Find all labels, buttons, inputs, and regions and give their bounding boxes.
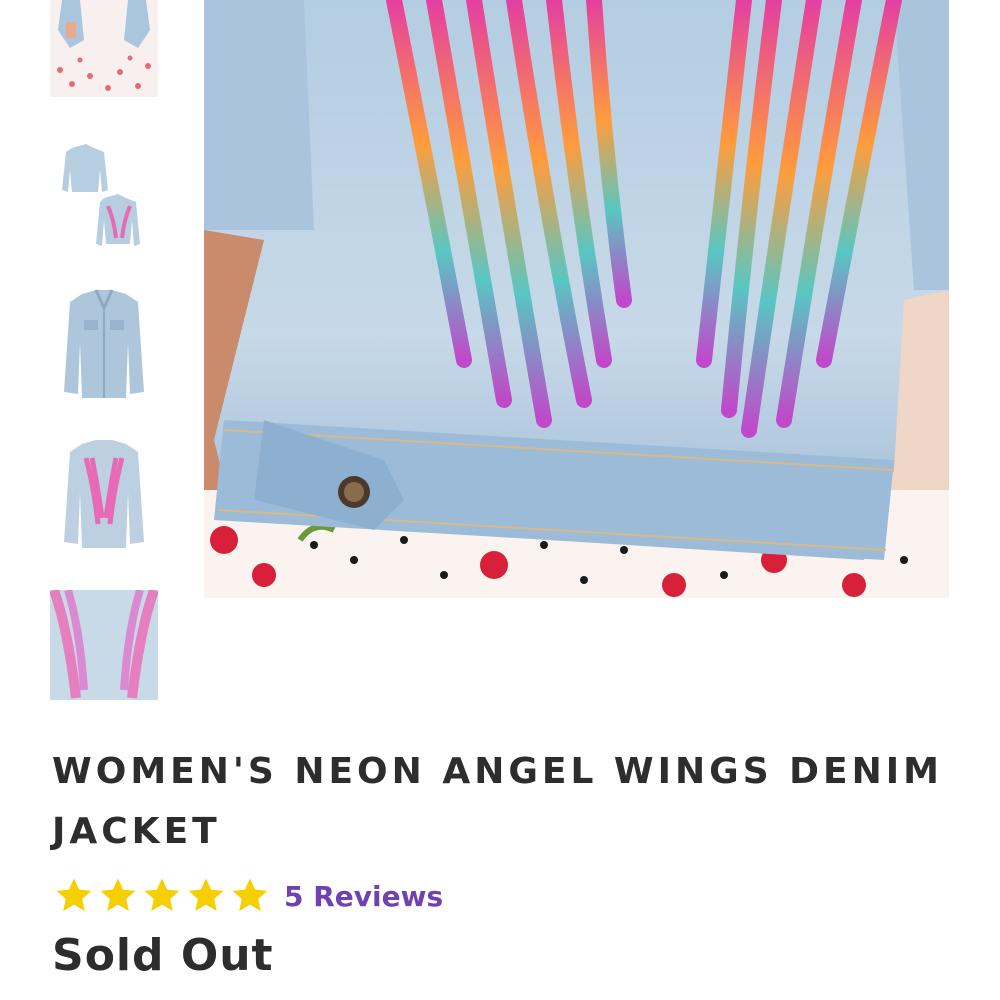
stock-status: Sold Out [52, 930, 274, 981]
main-product-image [204, 0, 949, 598]
thumbnail-jacket-front[interactable] [50, 288, 158, 400]
star-icon [144, 878, 180, 911]
star-icon [56, 878, 92, 911]
star-icon [232, 878, 268, 911]
product-title: WOMEN'S NEON ANGEL WINGS DENIM JACKET [52, 751, 943, 852]
thumbnail-jacket-front-back[interactable] [50, 140, 158, 250]
star-icon [188, 878, 224, 911]
thumbnail-jacket-back-wings[interactable] [50, 438, 158, 550]
star-icon [100, 878, 136, 911]
thumbnail-wings-closeup[interactable] [50, 590, 158, 700]
reviews-link[interactable]: 5 Reviews [284, 880, 443, 913]
star-rating [54, 876, 270, 916]
product-rating: 5 Reviews [54, 876, 443, 916]
thumbnail-model-front[interactable] [50, 0, 158, 97]
